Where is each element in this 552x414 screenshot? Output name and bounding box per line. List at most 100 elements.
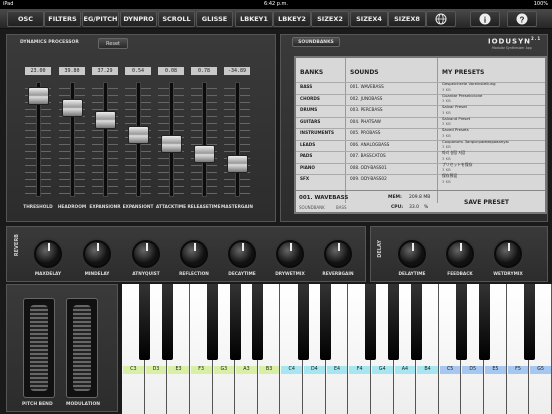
sound-item[interactable]: 003. PERCBASS	[350, 107, 383, 112]
soundbank-browser: BANKS SOUNDS MY PRESETS BASS 001. WAVEBAS…	[294, 56, 547, 214]
bank-item[interactable]: BASS	[300, 84, 312, 89]
tab-eg-pitch[interactable]: EG/PITCH	[82, 11, 119, 27]
preset-size: 3 KB	[442, 121, 451, 126]
bank-item[interactable]: SFX	[300, 176, 309, 181]
knob-reflection[interactable]	[180, 240, 208, 268]
sound-item[interactable]: 005. PROBASS	[350, 130, 380, 135]
fader-handle-attacktime[interactable]	[161, 135, 182, 154]
sound-item[interactable]: 002. JUNOBASS	[350, 96, 382, 101]
knob-wetdrymix[interactable]	[494, 240, 522, 268]
black-key[interactable]	[478, 284, 490, 360]
note-label: E5	[485, 366, 506, 374]
cpu-value: 33.0	[409, 205, 420, 210]
black-key[interactable]	[410, 284, 422, 360]
black-key[interactable]	[229, 284, 241, 360]
fader-track	[202, 82, 207, 197]
lbkey1-button[interactable]: LBKEY1	[235, 11, 273, 27]
note-label: D4	[304, 366, 325, 374]
sound-item[interactable]: 006. ANALOGBASS	[350, 142, 389, 147]
knob-maxdelay[interactable]	[34, 240, 62, 268]
black-key[interactable]	[523, 284, 535, 360]
black-key[interactable]	[320, 284, 332, 360]
preset-size: 3 KB	[442, 178, 451, 184]
pitch-bend-wheel[interactable]	[23, 298, 55, 398]
black-key[interactable]	[388, 284, 400, 360]
tab-filters[interactable]: FILTERS	[44, 11, 81, 27]
sizex8-button[interactable]: SIZEX8	[388, 11, 426, 27]
language-button[interactable]	[426, 11, 456, 27]
black-key[interactable]	[161, 284, 173, 360]
info-button[interactable]: i	[470, 11, 500, 27]
sound-item[interactable]: 004. PHATSAW	[350, 119, 381, 124]
fader-handle-headroom[interactable]	[62, 99, 83, 118]
preset-name[interactable]: Guardar Preselccione	[442, 93, 482, 98]
bank-item[interactable]: DRUMS	[300, 107, 317, 112]
modulation-wheel[interactable]	[66, 298, 98, 398]
fader-handle-releasetime[interactable]	[194, 145, 215, 164]
sound-item[interactable]: 007. BASSCATOS	[350, 153, 386, 158]
lbkey2-button[interactable]: LBKEY2	[273, 11, 311, 27]
knob-label: WETDRYMIX	[493, 272, 523, 277]
glisse-button[interactable]: GLISSE	[196, 11, 233, 27]
preset-size: 3 KB	[442, 109, 451, 115]
pitch-bend-label: PITCH BEND	[22, 402, 53, 407]
sound-item[interactable]: 008. ODY-BASS01	[350, 165, 387, 170]
knob-atnyquist[interactable]	[132, 240, 160, 268]
bank-item[interactable]: INSTRUMENTS	[300, 130, 334, 135]
preset-name[interactable]: Salvar Preset	[442, 104, 467, 109]
fader-handle-mastergain[interactable]	[227, 154, 248, 173]
fader-handle-threshold[interactable]	[28, 86, 49, 105]
save-preset-button[interactable]: SAVE PRESET	[464, 199, 509, 206]
black-key[interactable]	[455, 284, 467, 360]
knob-feedback[interactable]	[446, 240, 474, 268]
current-sound: 001. WAVEBASS	[299, 195, 349, 201]
knob-mindelay[interactable]	[83, 240, 111, 268]
preset-name[interactable]: Salvand Preset	[442, 116, 470, 121]
note-label: D5	[462, 366, 484, 374]
tab-osc[interactable]: OSC	[7, 11, 44, 27]
black-key[interactable]	[139, 284, 151, 360]
soundbanks-title[interactable]: SOUNDBANKS	[292, 37, 340, 47]
preset-name[interactable]: Gespeicherte Voreinstellung	[442, 81, 496, 86]
note-label: F5	[507, 366, 529, 374]
knob-drywetmix[interactable]	[276, 240, 304, 268]
preset-name[interactable]: Сохранить Запрограммированую	[442, 139, 509, 144]
sizex2-button[interactable]: SIZEX2	[311, 11, 349, 27]
fader-handle-expansionr[interactable]	[95, 111, 116, 130]
fader-handle-expansiont[interactable]	[128, 125, 149, 144]
presets-header: MY PRESETS	[442, 69, 485, 76]
sizex4-button[interactable]: SIZEX4	[350, 11, 388, 27]
black-key[interactable]	[297, 284, 309, 360]
bank-item[interactable]: GUITARS	[300, 119, 320, 124]
preset-name[interactable]: Saved Presets	[442, 127, 469, 132]
fader-value-5: 0.78	[191, 67, 217, 75]
modulation-grip	[73, 305, 91, 391]
sound-item[interactable]: 009. ODY-BASS02	[350, 176, 387, 181]
globe-icon	[435, 13, 447, 25]
row-divider	[296, 105, 545, 106]
black-key[interactable]	[365, 284, 377, 360]
reverb-section-label: REVERB	[14, 234, 20, 257]
scroll-button[interactable]: SCROLL	[158, 11, 195, 27]
reset-button[interactable]: Reset	[98, 38, 128, 49]
tab-dynpro[interactable]: DYNPRO	[120, 11, 157, 27]
bank-item[interactable]: LEADS	[300, 142, 315, 147]
fader-value-3: 0.54	[125, 67, 151, 75]
bank-item[interactable]: CHORDS	[300, 96, 320, 101]
bank-item[interactable]: PIANO	[300, 165, 315, 170]
preset-size: 3 KB	[442, 167, 451, 172]
fader-track	[103, 82, 108, 197]
knob-label: FEEDBACK	[447, 272, 473, 277]
bank-item[interactable]: PADS	[300, 153, 312, 158]
knob-decaytime[interactable]	[228, 240, 256, 268]
knob-reverbgain[interactable]	[324, 240, 352, 268]
black-key[interactable]	[207, 284, 219, 360]
sound-item[interactable]: 001. WAVEBASS	[350, 84, 384, 89]
note-label: B4	[417, 366, 438, 374]
cpu-label: CPU:	[391, 205, 404, 210]
black-key[interactable]	[252, 284, 264, 360]
knob-delaytime[interactable]	[398, 240, 426, 268]
help-button[interactable]: ?	[507, 11, 537, 27]
note-label: F4	[349, 366, 370, 374]
mem-value: 209.8 MB	[409, 195, 431, 200]
